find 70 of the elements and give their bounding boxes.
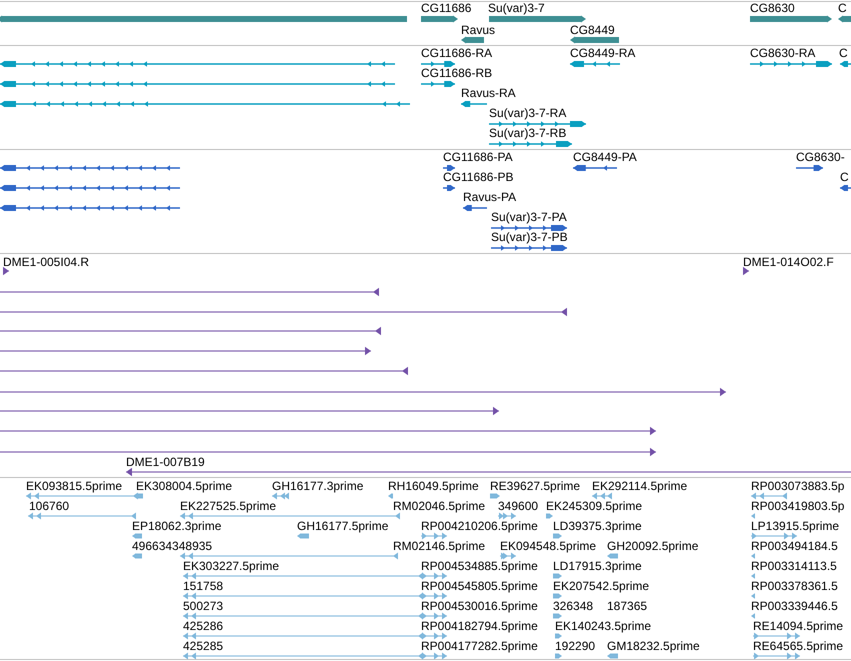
feature-label: CG8630- — [796, 150, 845, 164]
feature-label: 425286 — [183, 619, 224, 633]
feature-label: Ravus — [461, 23, 496, 37]
feature-label: C — [838, 1, 847, 15]
feature-label: 106760 — [29, 499, 70, 513]
feature-label: RP004545805.5prime — [421, 579, 538, 593]
feature-label: EK227525.5prime — [180, 499, 276, 513]
feature-label: CG8449 — [570, 23, 615, 37]
feature-label: RP003494184.5 — [751, 539, 838, 553]
feature-label: EK093815.5prime — [26, 479, 122, 493]
feature-label: RP003073883.5p — [751, 479, 844, 493]
feature-label: EK303227.5prime — [183, 559, 280, 573]
feature-label: RE39627.5prime — [490, 479, 580, 493]
feature-label: DME1-005I04.R — [3, 255, 90, 269]
feature-label: DME1-014O02.F — [743, 255, 834, 269]
feature-label: CG8449-PA — [573, 150, 637, 164]
feature-label: RP003419803.5p — [751, 499, 844, 513]
feature-label: 425285 — [183, 639, 224, 653]
feature-label: CG8630-RA — [750, 46, 816, 60]
feature-label: CG11686-PB — [443, 170, 514, 184]
feature-label: RP004182794.5prime — [421, 619, 538, 633]
feature-label: RE64565.5prime — [753, 639, 844, 653]
feature-label: CG8630 — [750, 1, 795, 15]
feature-label: Su(var)3-7 — [488, 1, 545, 15]
feature-label: CG11686 — [421, 1, 472, 15]
feature-label: RP003378361.5 — [751, 579, 838, 593]
feature-label: 496634348935 — [132, 539, 212, 553]
feature-label: C — [839, 46, 848, 60]
feature-label: Su(var)3-7-PA — [491, 210, 567, 224]
feature-label: CG8449-RA — [570, 46, 636, 60]
feature-label: Ravus-RA — [461, 86, 516, 100]
feature-label: RE14094.5prime — [753, 619, 844, 633]
feature-label: RP003339446.5 — [751, 599, 838, 613]
feature-label: EK308004.5prime — [136, 479, 232, 493]
feature-label: GH20092.5prime — [607, 539, 698, 553]
feature-label: 500273 — [183, 599, 224, 613]
feature-label: DME1-007B19 — [126, 455, 205, 469]
feature-label: EK094548.5prime — [500, 539, 596, 553]
feature-label: LD39375.3prime — [553, 519, 642, 533]
feature-label: EK140243.5prime — [555, 619, 652, 633]
feature-label: RP004534885.5prime — [421, 559, 538, 573]
feature-label: 349600 — [498, 499, 538, 513]
feature-label: Ravus-PA — [463, 190, 516, 204]
feature-label: 151758 — [183, 579, 224, 593]
feature-label: LD17915.3prime — [553, 559, 642, 573]
feature-label: 192290 — [555, 639, 596, 653]
feature-label: GH16177.3prime — [272, 479, 364, 493]
feature-label: RP004530016.5prime — [421, 599, 538, 613]
feature-label: RM02146.5prime — [393, 539, 486, 553]
feature-label: RH16049.5prime — [388, 479, 479, 493]
feature-label: CG11686-RA — [421, 46, 492, 60]
feature-label: EK292114.5prime — [592, 479, 688, 493]
feature-label: RM02046.5prime — [393, 499, 486, 513]
feature-label: RP003314113.5 — [751, 559, 837, 573]
feature-label: RP004210206.5prime — [421, 519, 538, 533]
feature-label: 326348 — [553, 599, 594, 613]
feature-label: 187365 — [607, 599, 648, 613]
feature-label: EK245309.5prime — [546, 499, 642, 513]
feature-label: Su(var)3-7-RB — [489, 126, 566, 140]
feature-label: EP18062.3prime — [132, 519, 222, 533]
feature-label: CG11686-RB — [421, 66, 492, 80]
feature-label: LP13915.5prime — [751, 519, 840, 533]
feature-label: Su(var)3-7-PB — [491, 230, 568, 244]
feature-label: GH16177.5prime — [297, 519, 388, 533]
feature-label: CG11686-PA — [443, 150, 513, 164]
feature-label: C — [840, 170, 849, 184]
feature-label: GM18232.5prime — [607, 639, 700, 653]
feature-label: EK207542.5prime — [553, 579, 650, 593]
feature-label: RP004177282.5prime — [421, 639, 538, 653]
feature-label: Su(var)3-7-RA — [489, 106, 566, 120]
